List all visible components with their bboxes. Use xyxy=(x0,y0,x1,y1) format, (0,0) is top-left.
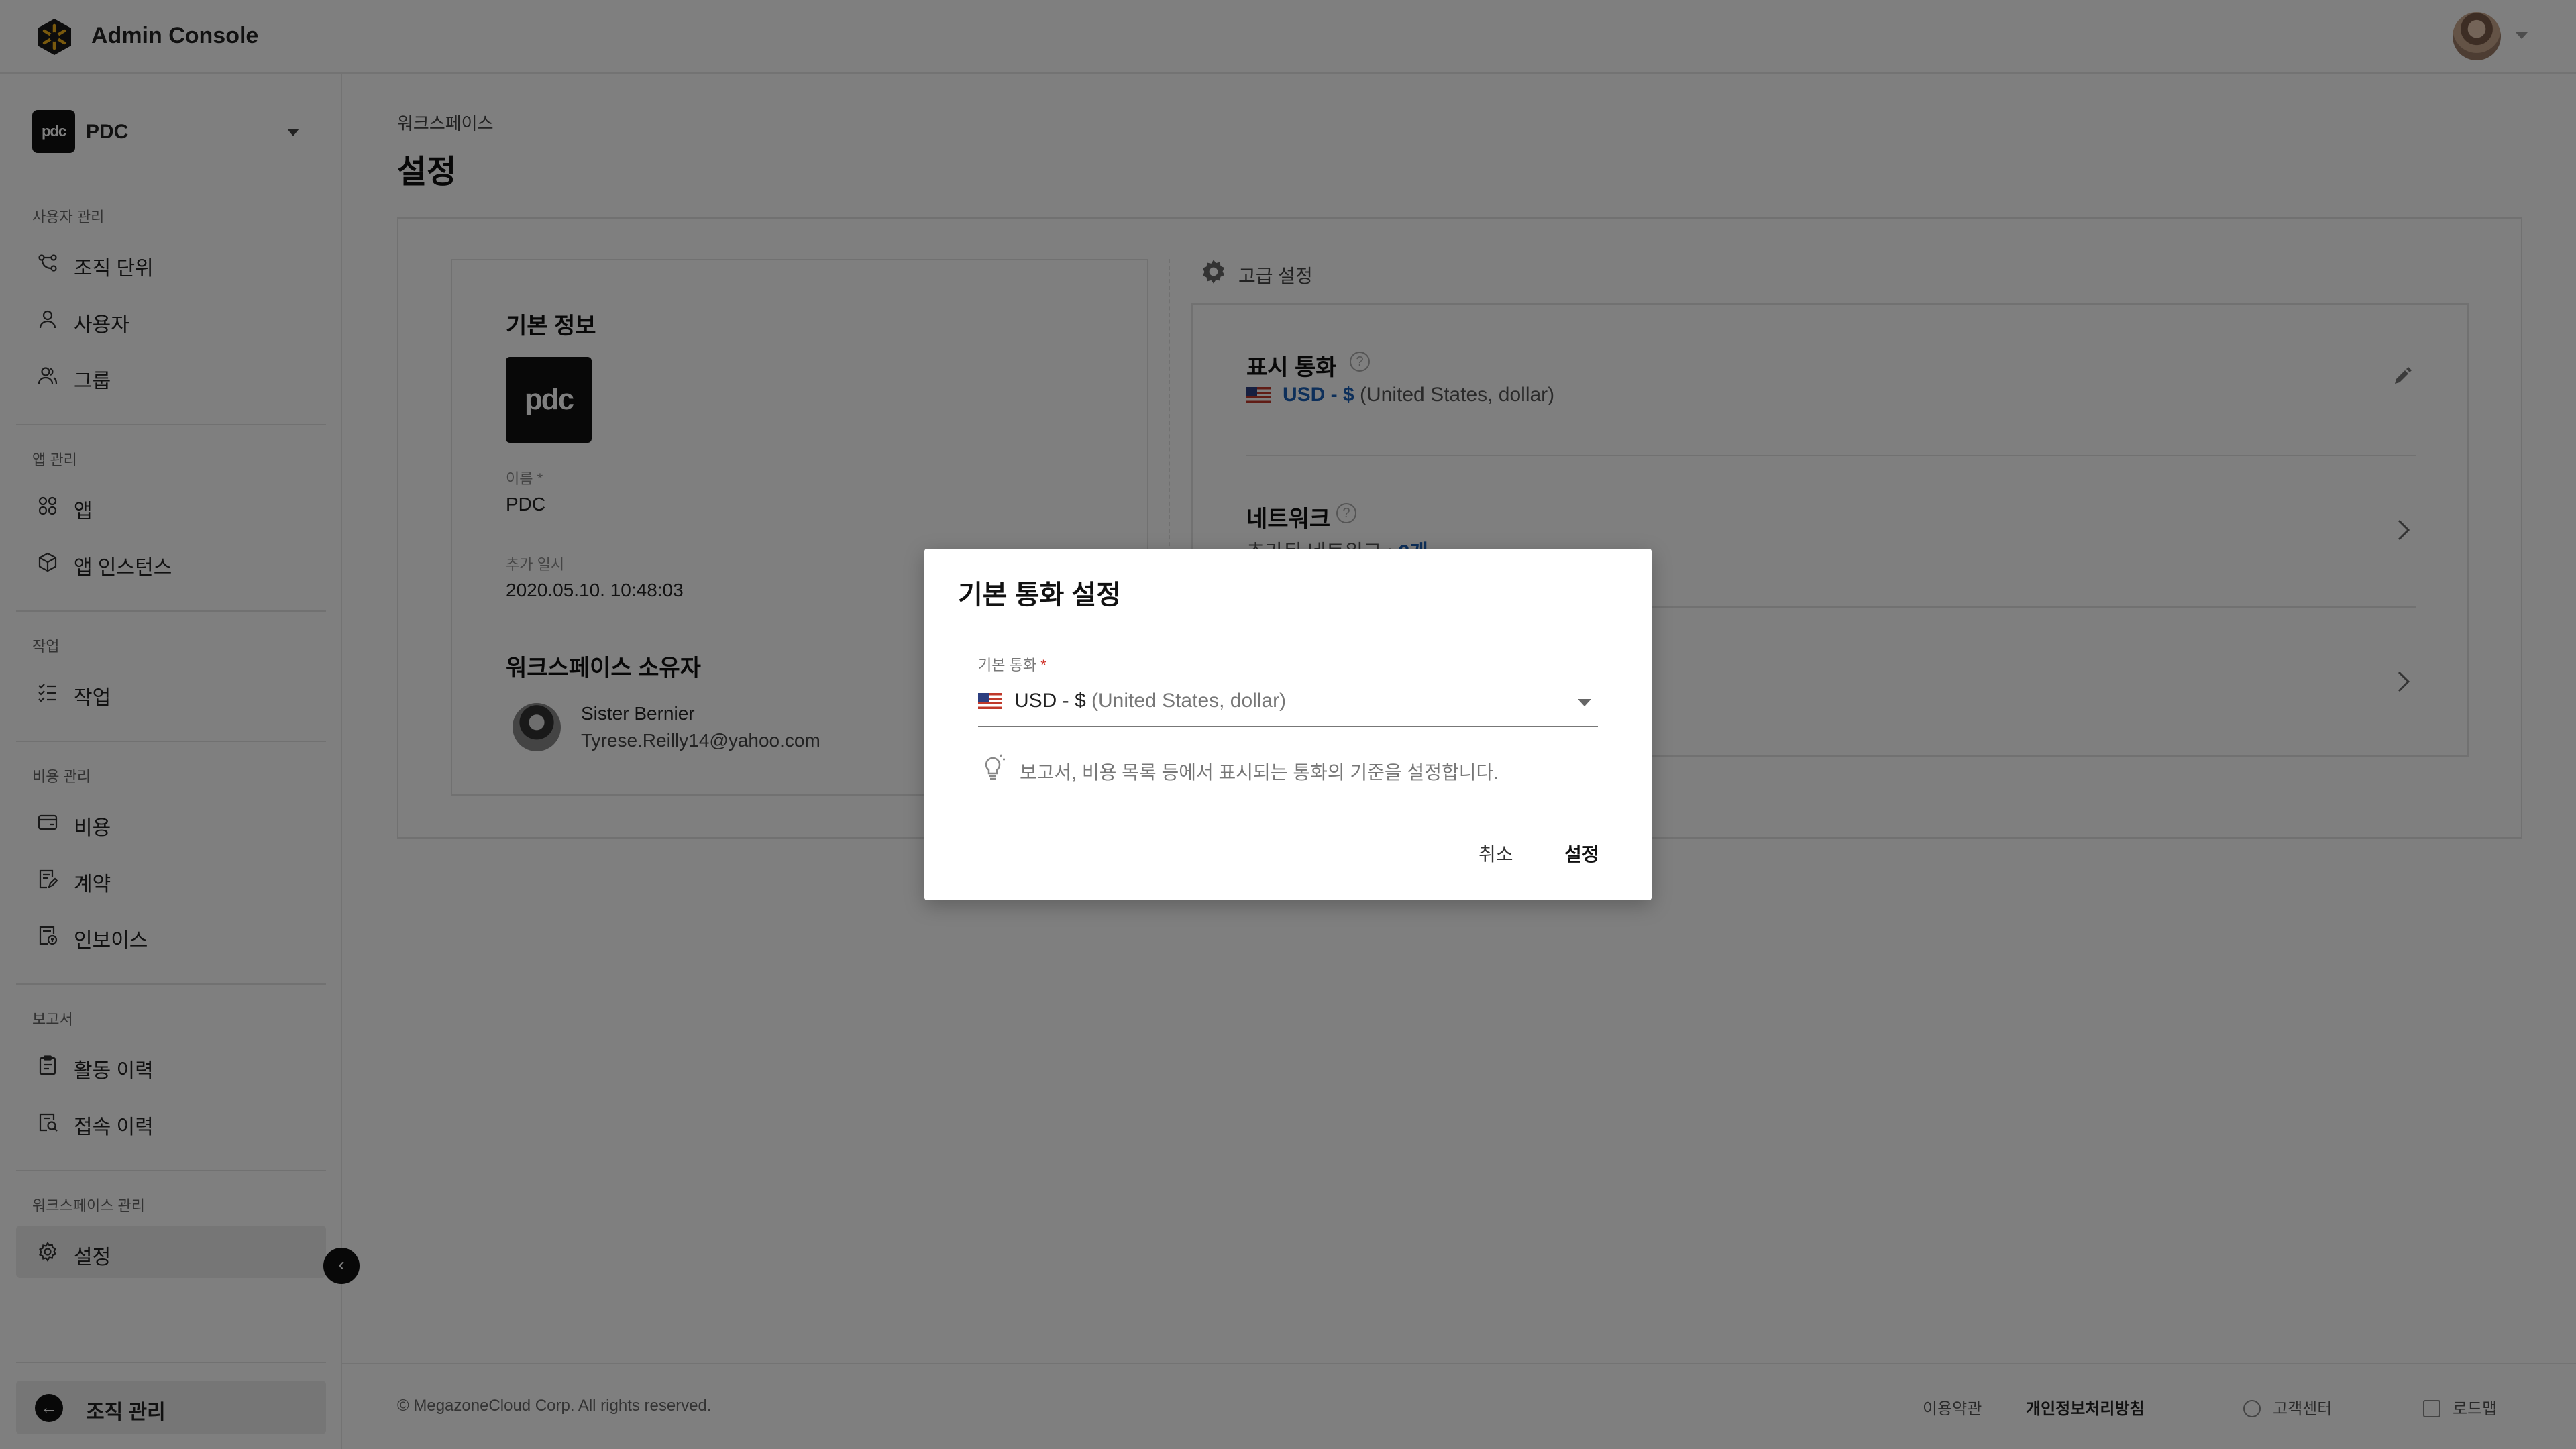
currency-select[interactable]: USD - $ (United States, dollar) xyxy=(978,676,1598,727)
cancel-button[interactable]: 취소 xyxy=(1479,840,1513,867)
field-label: 기본 통화 * xyxy=(978,653,1046,675)
chevron-down-icon xyxy=(1578,699,1591,706)
us-flag-icon xyxy=(978,693,1002,709)
selected-currency-desc: (United States, dollar) xyxy=(1091,690,1287,712)
currency-select-value: USD - $ (United States, dollar) xyxy=(978,690,1286,712)
confirm-button[interactable]: 설정 xyxy=(1564,840,1599,867)
lightbulb-icon xyxy=(985,754,1005,780)
required-mark: * xyxy=(1040,657,1046,674)
dialog-title: 기본 통화 설정 xyxy=(958,580,1122,610)
field-label-text: 기본 통화 xyxy=(978,657,1037,674)
hint-text: 보고서, 비용 목록 등에서 표시되는 통화의 기준을 설정합니다. xyxy=(1020,762,1499,783)
currency-dialog: 기본 통화 설정 기본 통화 * USD - $ (United States,… xyxy=(924,549,1652,900)
selected-currency-code: USD - $ xyxy=(1014,690,1086,712)
